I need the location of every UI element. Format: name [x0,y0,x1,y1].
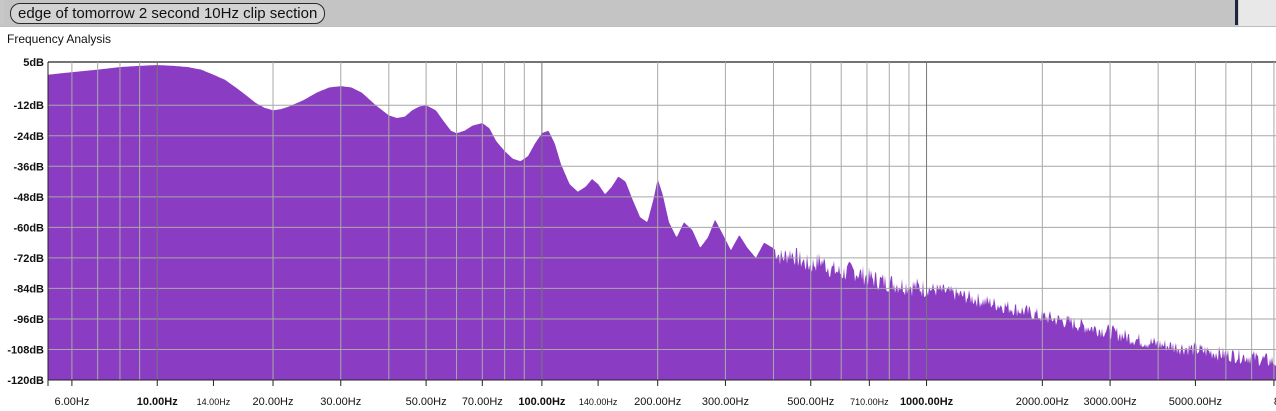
title-bar-body: edge of tomorrow 2 second 10Hz clip sect… [4,0,1238,25]
y-tick-label: 5dB [23,57,44,69]
x-tick-label: 2000.00Hz [1016,396,1069,408]
x-tick-label: 20.00Hz [253,396,294,408]
x-tick-label: 14.00Hz [197,397,231,407]
y-tick-label: -48dB [13,192,44,204]
x-tick-label: 30.00Hz [320,396,361,408]
y-tick-label: -24dB [13,131,44,143]
y-tick-label: -108dB [7,344,44,356]
y-tick-label: -120dB [7,375,44,387]
window-title-bar: edge of tomorrow 2 second 10Hz clip sect… [0,0,1276,27]
x-tick-label: 300.00Hz [702,396,749,408]
x-tick-label: 5000.00Hz [1169,396,1222,408]
x-tick-label: 70.00Hz [462,396,503,408]
panel-label: Frequency Analysis [7,32,112,46]
x-tick-label: 50.00Hz [406,396,447,408]
frequency-chart: 5dB -12dB -24dB -36dB -48dB -60dB -72dB -84dB -9… [7,57,1276,408]
x-tick-label: 1000.00Hz [900,396,954,408]
x-tick-label: 10.00Hz [137,396,178,408]
x-tick-label: 500.00Hz [787,396,834,408]
x-tick-label: 710.00Hz [850,397,889,407]
x-tick-label: 3000.00Hz [1083,396,1136,408]
x-tick-label: 140.00Hz [579,397,618,407]
y-tick-label: -96dB [13,314,44,326]
x-tick-label: 200.00Hz [634,396,681,408]
y-tick-label: -12dB [13,100,44,112]
x-tick-label: 6.00Hz [54,396,89,408]
y-tick-label: -84dB [13,283,44,295]
y-tick-label: -72dB [13,253,44,265]
title-bar-scroll-strip [1238,0,1276,26]
y-tick-label: -60dB [13,222,44,234]
x-tick-label: 100.00Hz [518,396,566,408]
y-tick-label: -36dB [13,161,44,173]
window-title[interactable]: edge of tomorrow 2 second 10Hz clip sect… [10,3,326,24]
